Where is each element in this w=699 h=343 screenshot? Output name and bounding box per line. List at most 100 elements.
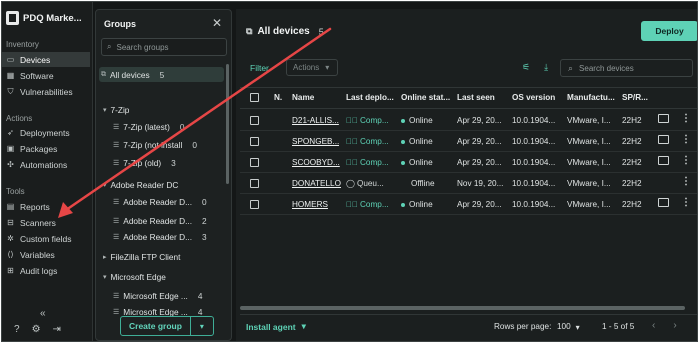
nav-item-audit-logs[interactable]: ⊞ Audit logs [2,263,90,278]
nav-item-automations[interactable]: ✣ Automations [2,157,90,172]
group-item[interactable]: ☰ Microsoft Edge ... 4 [99,288,202,303]
device-count: 5 [318,26,324,37]
brand[interactable]: PDQ Marke... [6,11,82,25]
install-agent-button[interactable]: Install agent ▾ [246,321,306,332]
group-item[interactable]: ⧉ All devices 5 [99,67,224,82]
group-item[interactable]: ☰ 7-Zip (not install 0 [99,137,197,152]
col-header-online-status[interactable]: Online stat... [401,93,450,102]
device-name-link[interactable]: SPONGEB... [292,137,339,146]
groups-search-input[interactable] [116,42,217,52]
row-menu-icon[interactable]: ⋮ [681,113,691,124]
group-item[interactable]: ☰ 7-Zip (latest) 0 [99,119,184,134]
select-all-checkbox[interactable] [250,93,259,102]
remote-desktop-icon[interactable] [658,135,669,144]
nav-item-label: Custom fields [20,233,72,244]
row-menu-icon[interactable]: ⋮ [681,176,691,187]
group-folder[interactable]: ▾ Adobe Reader DC [99,177,178,192]
groups-title: Groups [104,19,137,29]
col-header-n[interactable]: N. [274,93,282,102]
table-row[interactable]: HOMERS ✓⃝ Comp... Online Apr 29, 20... 10.0.1… [240,194,697,215]
next-page-icon[interactable]: › [673,320,676,331]
devices-icon: ⧉ [246,26,253,36]
nav-item-deployments[interactable]: ➶ Deployments [2,125,90,140]
document-icon: ▤ [6,202,15,211]
table-row[interactable]: DONATELLO ◯ Queu... Offline Nov 19, 20... 10.… [240,173,697,194]
groups-scrollbar[interactable] [226,64,229,184]
check-circle-icon: ✓⃝ [346,116,358,125]
previous-page-icon[interactable]: ‹ [652,320,655,331]
col-header-last-deployment[interactable]: Last deplo... [346,93,394,102]
columns-settings-icon[interactable]: ⚟ [522,62,530,73]
row-menu-icon[interactable]: ⋮ [681,155,691,166]
group-item[interactable]: ☰ Adobe Reader D... 2 [99,213,207,228]
rows-per-page-select[interactable]: 100 ▾ [557,322,580,332]
chevron-down-icon[interactable]: ▾ [103,106,107,114]
table-horizontal-scrollbar[interactable] [240,306,685,310]
col-header-os-version[interactable]: OS version [512,93,555,102]
group-item[interactable]: ☰ 7-Zip (old) 3 [99,155,176,170]
filter-button[interactable]: Filter [250,63,269,73]
nav-item-scanners[interactable]: ⊟ Scanners [2,215,90,230]
nav-item-vulnerabilities[interactable]: ⛉ Vulnerabilities [2,84,90,99]
online-dot-icon [401,139,405,144]
col-header-sp[interactable]: SP/R... [622,93,648,102]
nav-item-software[interactable]: ▦ Software [2,68,90,83]
device-name-link[interactable]: SCOOBYD... [292,158,340,167]
logout-icon[interactable]: ⇥ [53,324,61,335]
close-icon[interactable]: ✕ [212,16,222,30]
group-item[interactable]: ☰ Adobe Reader D... 3 [99,229,207,244]
nav-item-label: Packages [20,143,58,154]
table-row[interactable]: D21-ALLIS... ✓⃝ Comp... Online Apr 29, 20...… [240,110,697,131]
device-name-link[interactable]: DONATELLO [292,179,341,188]
nav-item-variables[interactable]: ⟨⟩ Variables [2,247,90,262]
chevron-right-icon[interactable]: ▸ [103,253,107,261]
group-folder[interactable]: ▸ FileZilla FTP Client [99,249,180,264]
collapse-nav-icon[interactable]: « [40,308,46,319]
download-icon[interactable]: ⤓ [544,62,548,73]
row-checkbox[interactable] [250,179,259,188]
nav-item-label: Audit logs [20,265,58,276]
group-count: 0 [202,196,207,207]
nav-item-reports[interactable]: ▤ Reports [2,199,90,214]
help-icon[interactable]: ? [14,324,20,335]
deploy-button[interactable]: Deploy [641,21,697,41]
online-status: Online [401,200,433,209]
manufacturer: VMware, I... [567,179,611,188]
group-label: Microsoft Edge ... [123,290,188,301]
create-group-button[interactable]: Create group ▾ [120,316,214,336]
gear-icon[interactable]: ⚙ [32,324,41,335]
chevron-down-icon[interactable]: ▾ [103,181,107,189]
row-menu-icon[interactable]: ⋮ [681,197,691,208]
grid-icon: ▦ [6,71,15,80]
last-deployment-status: ✓⃝ Comp... [346,158,389,167]
row-checkbox[interactable] [250,116,259,125]
remote-desktop-icon[interactable] [658,156,669,165]
table-row[interactable]: SCOOBYD... ✓⃝ Comp... Online Apr 29, 20... 10… [240,152,697,173]
group-label: Adobe Reader D... [123,231,193,242]
device-search-input[interactable] [579,63,680,73]
remote-desktop-icon[interactable] [658,198,669,207]
chevron-down-icon[interactable]: ▾ [191,317,213,335]
actions-dropdown[interactable]: Actions ▾ [286,59,338,76]
row-checkbox[interactable] [250,200,259,209]
table-row[interactable]: SPONGEB... ✓⃝ Comp... Online Apr 29, 20... 10… [240,131,697,152]
nav-item-custom-fields[interactable]: ✲ Custom fields [2,231,90,246]
device-name-link[interactable]: D21-ALLIS... [292,116,339,125]
row-menu-icon[interactable]: ⋮ [681,134,691,145]
group-item[interactable]: ☰ Adobe Reader D... 0 [99,194,207,209]
row-checkbox[interactable] [250,158,259,167]
nav-item-packages[interactable]: ▣ Packages [2,141,90,156]
col-header-manufacturer[interactable]: Manufactu... [567,93,615,102]
remote-desktop-icon[interactable] [658,114,669,123]
last-deployment-label: Comp... [360,200,389,209]
row-checkbox[interactable] [250,137,259,146]
group-folder[interactable]: ▾ Microsoft Edge [99,269,166,284]
create-group-label[interactable]: Create group [121,317,191,335]
device-name-link[interactable]: HOMERS [292,200,328,209]
chevron-down-icon[interactable]: ▾ [103,273,107,281]
pagination-range: 1 - 5 of 5 [602,322,635,331]
col-header-last-seen[interactable]: Last seen [457,93,495,102]
group-folder[interactable]: ▾ 7-Zip [99,102,129,117]
col-header-name[interactable]: Name [292,93,314,102]
nav-item-devices[interactable]: ▭ Devices [2,52,90,67]
